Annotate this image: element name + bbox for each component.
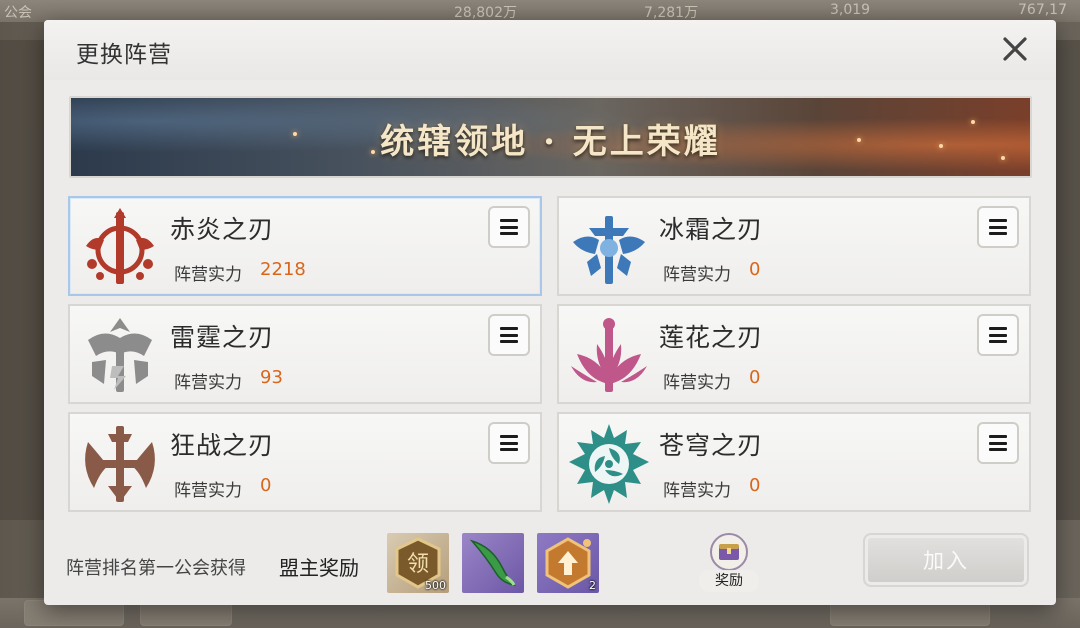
reward-item-rank-badge[interactable]: 2 xyxy=(537,533,599,593)
faction-info-button[interactable] xyxy=(977,314,1019,356)
faction-name: 雷霆之刃 xyxy=(170,323,275,352)
faction-power-label: 阵营实力 xyxy=(174,265,242,285)
frost-blade-emblem-icon xyxy=(567,206,651,290)
faction-name: 狂战之刃 xyxy=(170,431,275,460)
reward-title: 盟主奖励 xyxy=(279,556,359,580)
menu-icon xyxy=(500,327,518,343)
thunder-blade-emblem-icon xyxy=(78,314,162,398)
background-left-panel xyxy=(0,40,44,520)
faction-info-button[interactable] xyxy=(977,422,1019,464)
reward-description: 阵营排名第一公会获得 xyxy=(66,558,246,579)
jade-horn-icon xyxy=(469,539,517,587)
faction-power-value: 0 xyxy=(749,475,761,496)
faction-info-button[interactable] xyxy=(488,206,530,248)
dialog-header: 更换阵营 xyxy=(44,20,1056,80)
dialog-title: 更换阵营 xyxy=(76,42,172,68)
faction-info-button[interactable] xyxy=(488,314,530,356)
close-button[interactable] xyxy=(1000,34,1030,64)
lotus-blade-emblem-icon xyxy=(567,314,651,398)
faction-name: 赤炎之刃 xyxy=(170,215,275,244)
reward-quantity: 2 xyxy=(589,579,596,592)
faction-name: 莲花之刃 xyxy=(659,323,764,352)
faction-banner: 统辖领地 · 无上荣耀 xyxy=(69,96,1032,178)
background-resource-bar: 公会 28,802万 7,281万 3,019 767,17 xyxy=(0,0,1080,22)
faction-power-value: 2218 xyxy=(260,259,306,280)
reward-item-lord-token[interactable]: 领 500 xyxy=(387,533,449,593)
faction-power-label: 阵营实力 xyxy=(174,481,242,501)
background-resource-2: 7,281万 xyxy=(644,5,699,21)
faction-name: 冰霜之刃 xyxy=(659,215,764,244)
faction-info-button[interactable] xyxy=(977,206,1019,248)
menu-icon xyxy=(500,219,518,235)
sky-blade-emblem-icon xyxy=(567,422,651,506)
faction-card-berserk[interactable]: 狂战之刃 阵营实力 0 xyxy=(68,412,542,512)
faction-card-thunder[interactable]: 雷霆之刃 阵营实力 93 xyxy=(68,304,542,404)
menu-icon xyxy=(989,219,1007,235)
crimson-blade-emblem-icon xyxy=(78,206,162,290)
faction-info-button[interactable] xyxy=(488,422,530,464)
menu-icon xyxy=(989,435,1007,451)
background-guild-label: 公会 xyxy=(4,5,32,21)
background-resource-1: 28,802万 xyxy=(454,5,517,21)
change-faction-dialog: 更换阵营 统辖领地 · 无上荣耀 赤炎之刃 阵营实力 2218 冰霜之刃 阵营实… xyxy=(44,20,1056,605)
faction-card-sky[interactable]: 苍穹之刃 阵营实力 0 xyxy=(557,412,1031,512)
faction-power-value: 93 xyxy=(260,367,283,388)
faction-name: 苍穹之刃 xyxy=(659,431,764,460)
berserk-blade-emblem-icon xyxy=(78,422,162,506)
close-icon xyxy=(1003,37,1027,61)
faction-power-value: 0 xyxy=(749,367,761,388)
faction-power-label: 阵营实力 xyxy=(663,265,731,285)
reward-quantity: 500 xyxy=(425,579,446,592)
menu-icon xyxy=(500,435,518,451)
faction-power-label: 阵营实力 xyxy=(663,481,731,501)
reward-button-label: 奖励 xyxy=(699,570,759,592)
faction-power-value: 0 xyxy=(260,475,272,496)
faction-power-label: 阵营实力 xyxy=(663,373,731,393)
reward-preview-button[interactable]: 奖励 xyxy=(699,532,759,594)
faction-power-label: 阵营实力 xyxy=(174,373,242,393)
reward-chest-icon xyxy=(710,533,748,571)
reward-item-jade-horn[interactable] xyxy=(462,533,524,593)
faction-card-lotus[interactable]: 莲花之刃 阵营实力 0 xyxy=(557,304,1031,404)
banner-slogan: 统辖领地 · 无上荣耀 xyxy=(380,122,721,162)
faction-card-crimson[interactable]: 赤炎之刃 阵营实力 2218 xyxy=(68,196,542,296)
faction-card-frost[interactable]: 冰霜之刃 阵营实力 0 xyxy=(557,196,1031,296)
background-resource-4: 767,17 xyxy=(1018,2,1067,18)
join-button[interactable]: 加入 xyxy=(863,533,1029,587)
background-resource-3: 3,019 xyxy=(830,2,871,18)
faction-power-value: 0 xyxy=(749,259,761,280)
svg-text:领: 领 xyxy=(407,552,429,577)
menu-icon xyxy=(989,327,1007,343)
